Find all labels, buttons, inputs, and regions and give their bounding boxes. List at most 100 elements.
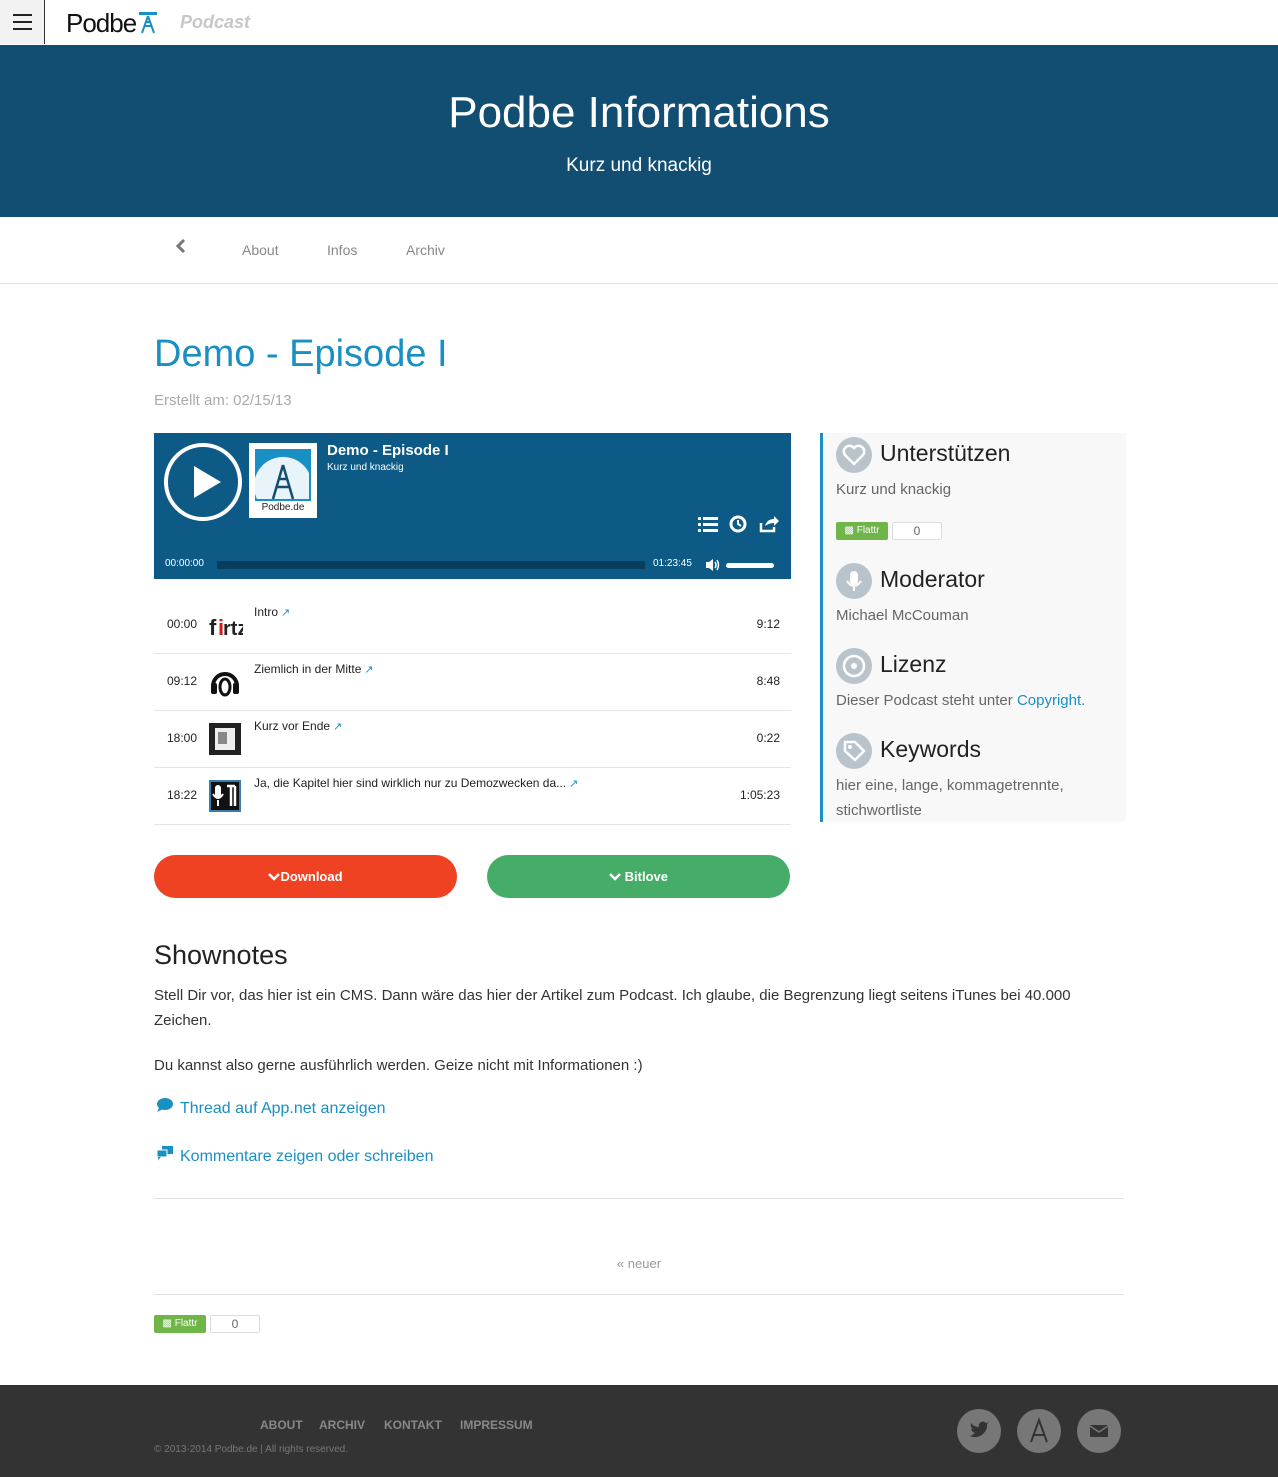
divider bbox=[154, 1198, 1124, 1199]
chapter-start: 00:00 bbox=[167, 617, 198, 631]
external-link-icon[interactable]: ↗ bbox=[569, 778, 578, 790]
volume-slider[interactable] bbox=[726, 563, 774, 568]
appnet-thread-link[interactable]: Thread auf App.net anzeigen bbox=[156, 1097, 386, 1118]
player-title: Demo - Episode I bbox=[327, 442, 449, 459]
bitlove-label: Bitlove bbox=[624, 869, 668, 884]
flattr-label: Flattr bbox=[856, 525, 880, 536]
chapter-title-text: Ja, die Kapitel hier sind wirklich nur z… bbox=[254, 776, 567, 790]
comments-link[interactable]: Kommentare zeigen oder schreiben bbox=[156, 1145, 433, 1166]
external-link-icon[interactable]: ↗ bbox=[281, 607, 290, 619]
footer: ABOUT ARCHIV KONTAKT IMPRESSUM © 2013-20… bbox=[0, 1385, 1278, 1477]
share-icon[interactable] bbox=[759, 515, 779, 538]
chapter-list: 00:00 f i rtz Intro ↗ 9:12 09:12 Ziemlich i… bbox=[154, 597, 791, 825]
nav-archiv[interactable]: Archiv bbox=[406, 242, 445, 258]
license-text: Dieser Podcast steht unter Copyright. bbox=[836, 688, 1116, 713]
sub-navigation: About Infos Archiv bbox=[0, 217, 1278, 284]
flattr-widget-bottom[interactable]: ▩ Flattr 0 bbox=[154, 1315, 260, 1333]
chapter-title-text: Intro bbox=[254, 605, 279, 619]
moderator-heading: Moderator bbox=[836, 563, 985, 599]
download-button[interactable]: Download bbox=[154, 855, 457, 898]
microphone-icon bbox=[836, 563, 872, 599]
external-link-icon[interactable]: ↗ bbox=[364, 664, 373, 676]
flattr-label: Flattr bbox=[174, 1318, 198, 1329]
episode-title[interactable]: Demo - Episode I bbox=[154, 333, 448, 376]
svg-text:f: f bbox=[209, 615, 217, 640]
chapter-row[interactable]: 18:22 Ja, die Kapitel hier sind wirklich… bbox=[154, 768, 791, 825]
flattr-widget[interactable]: ▩ Flattr 0 bbox=[836, 522, 942, 540]
footer-link-archiv[interactable]: ARCHIV bbox=[319, 1418, 365, 1432]
player-subtitle: Kurz und knackig bbox=[327, 462, 404, 473]
chapter-title-text: Ziemlich in der Mitte bbox=[254, 662, 362, 676]
back-chevron-icon[interactable] bbox=[175, 238, 186, 258]
footer-link-impressum[interactable]: IMPRESSUM bbox=[460, 1418, 533, 1432]
appnet-thread-label: Thread auf App.net anzeigen bbox=[180, 1100, 386, 1117]
shownotes-heading: Shownotes bbox=[154, 940, 288, 970]
flattr-count: 0 bbox=[892, 522, 942, 540]
footer-link-kontakt[interactable]: KONTAKT bbox=[384, 1418, 442, 1432]
license-heading: Lizenz bbox=[836, 648, 946, 684]
chapter-title[interactable]: Kurz vor Ende ↗ bbox=[254, 719, 342, 733]
cover-label: Podbe.de bbox=[261, 502, 305, 513]
newer-link[interactable]: « neuer bbox=[617, 1256, 661, 1271]
license-icon bbox=[836, 648, 872, 684]
moderator-name: Michael McCouman bbox=[836, 607, 969, 624]
progress-bar[interactable] bbox=[217, 561, 645, 569]
chapter-row[interactable]: 00:00 f i rtz Intro ↗ 9:12 bbox=[154, 597, 791, 654]
hamburger-line bbox=[13, 28, 32, 30]
pager-newer[interactable]: « neuer bbox=[0, 1256, 1278, 1271]
chapter-title[interactable]: Intro ↗ bbox=[254, 605, 290, 619]
headphones-logo-icon bbox=[209, 666, 241, 698]
external-link-icon[interactable]: ↗ bbox=[333, 721, 342, 733]
firtz-logo-icon: f i rtz bbox=[209, 609, 247, 641]
volume-icon[interactable] bbox=[705, 558, 721, 577]
speech-bubble-icon bbox=[156, 1097, 174, 1118]
chapters-list-icon[interactable] bbox=[698, 515, 718, 538]
chapter-start: 18:00 bbox=[167, 731, 198, 745]
moderator-heading-text: Moderator bbox=[880, 566, 985, 593]
chapter-title[interactable]: Ja, die Kapitel hier sind wirklich nur z… bbox=[254, 776, 578, 790]
comments-icon bbox=[156, 1145, 174, 1166]
bitlove-button[interactable]: Bitlove bbox=[487, 855, 790, 898]
chapter-duration: 9:12 bbox=[756, 617, 780, 631]
mic-logo-icon bbox=[209, 780, 241, 812]
heart-icon bbox=[836, 437, 872, 473]
podcast-title: Podbe Informations bbox=[448, 88, 830, 137]
site-logo[interactable]: Podbe bbox=[66, 8, 159, 41]
flattr-icon: ▩ bbox=[844, 525, 857, 536]
nav-infos[interactable]: Infos bbox=[327, 242, 357, 258]
email-icon[interactable] bbox=[1077, 1409, 1121, 1453]
support-heading-text: Unterstützen bbox=[880, 440, 1011, 467]
chapter-duration: 8:48 bbox=[756, 674, 780, 688]
flattr-count: 0 bbox=[210, 1315, 260, 1333]
copyright-link[interactable]: Copyright bbox=[1017, 692, 1081, 709]
support-text: Kurz und knackig bbox=[836, 481, 952, 498]
chapter-title[interactable]: Ziemlich in der Mitte ↗ bbox=[254, 662, 374, 676]
episode-sidebar: Unterstützen Kurz und knackig ▩ Flattr 0 … bbox=[820, 433, 1126, 822]
divider bbox=[154, 1294, 1124, 1295]
footer-link-about[interactable]: ABOUT bbox=[260, 1418, 303, 1432]
support-heading: Unterstützen bbox=[836, 437, 1010, 473]
cover-art: Podbe.de bbox=[249, 443, 317, 518]
twitter-icon[interactable] bbox=[957, 1409, 1001, 1453]
clock-icon[interactable] bbox=[729, 515, 747, 538]
flattr-button[interactable]: ▩ Flattr bbox=[836, 522, 888, 540]
chapter-duration: 1:05:23 bbox=[739, 788, 780, 802]
nav-about[interactable]: About bbox=[242, 242, 279, 258]
play-button[interactable] bbox=[164, 443, 242, 521]
episode-date: Erstellt am: 02/15/13 bbox=[154, 392, 292, 409]
keywords-heading: Keywords bbox=[836, 733, 981, 769]
chapter-title-text: Kurz vor Ende bbox=[254, 719, 331, 733]
logo-text: Podbe bbox=[66, 8, 137, 38]
menu-button[interactable] bbox=[0, 0, 45, 44]
time-total: 01:23:45 bbox=[653, 558, 692, 569]
chapter-row[interactable]: 09:12 Ziemlich in der Mitte ↗ 8:48 bbox=[154, 654, 791, 711]
hamburger-icon bbox=[13, 14, 32, 16]
keywords-heading-text: Keywords bbox=[880, 736, 981, 763]
chapter-row[interactable]: 18:00 Kurz vor Ende ↗ 0:22 bbox=[154, 711, 791, 768]
site-subtitle: Podcast bbox=[180, 12, 251, 32]
flattr-button[interactable]: ▩ Flattr bbox=[154, 1315, 206, 1333]
appnet-icon[interactable] bbox=[1017, 1409, 1061, 1453]
license-heading-text: Lizenz bbox=[880, 651, 947, 678]
svg-text:rtz: rtz bbox=[223, 618, 243, 640]
shownotes-paragraph: Stell Dir vor, das hier ist ein CMS. Dan… bbox=[154, 987, 1071, 1029]
